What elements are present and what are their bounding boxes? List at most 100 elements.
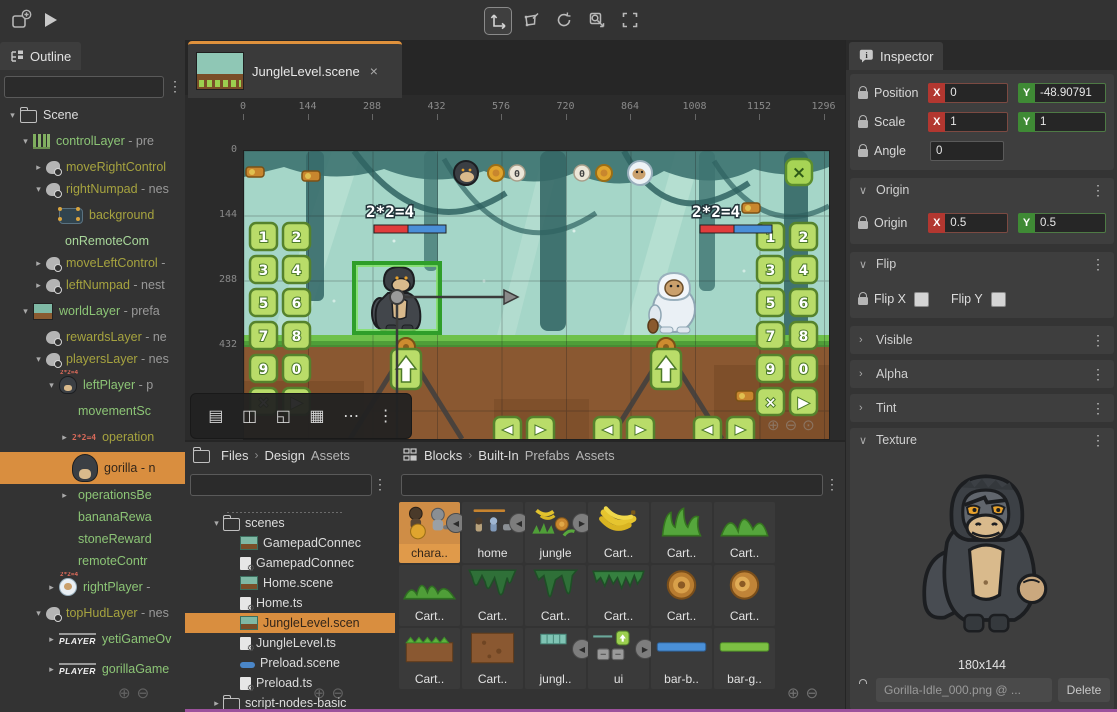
file-item[interactable]: GamepadConnec	[185, 533, 395, 553]
block-item[interactable]: ◀ chara..	[399, 502, 466, 563]
polygon-tool-button[interactable]	[518, 7, 544, 33]
section-menu-icon[interactable]: ⋮	[1091, 433, 1105, 447]
origin-x-input[interactable]	[945, 213, 1009, 233]
outline-item[interactable]: ▾ topHudLayer - nes	[0, 602, 185, 624]
outline-item[interactable]: ▸ 2*2=4 rightPlayer -	[0, 572, 185, 602]
lock-icon[interactable]	[858, 85, 868, 99]
expander-icon[interactable]: ▾	[45, 380, 58, 391]
block-item[interactable]: Cart..	[525, 565, 586, 626]
block-item[interactable]: Cart..	[651, 502, 712, 563]
expander-icon[interactable]: ▾	[32, 184, 45, 195]
expander-icon[interactable]: ▸	[45, 582, 58, 593]
outline-item[interactable]: remoteContr	[0, 550, 185, 572]
tab-built-in[interactable]: Built-In	[478, 448, 518, 463]
flip-y-checkbox[interactable]	[990, 291, 1006, 307]
outline-item[interactable]: ▸ PLAYER yetiGameOv	[0, 624, 185, 654]
blocks-search-input[interactable]	[401, 474, 823, 496]
panel-icon[interactable]: ◫	[242, 406, 257, 426]
block-item[interactable]: ◀ jungl..	[525, 628, 592, 689]
section-menu-icon[interactable]: ⋮	[1091, 367, 1105, 381]
expander-icon[interactable]: ▸	[58, 432, 71, 443]
outline-item[interactable]: gorilla - n	[0, 452, 185, 484]
tab-blocks-assets[interactable]: Assets	[576, 448, 615, 463]
outline-item[interactable]: stoneReward	[0, 528, 185, 550]
outline-item[interactable]: ▾ controlLayer - pre	[0, 126, 185, 156]
grid-icon[interactable]: ▦	[309, 406, 324, 426]
file-item[interactable]: JungleLevel.scen	[185, 613, 395, 633]
file-item[interactable]: GamepadConnec	[185, 553, 395, 573]
expander-icon[interactable]: ▾	[32, 608, 45, 619]
tab-jungle-level-scene[interactable]: JungleLevel.scene ×	[188, 41, 402, 98]
block-item[interactable]: Cart..	[462, 628, 523, 689]
outline-item[interactable]: ▸ moveLeftControl -	[0, 252, 185, 274]
origin-section-header[interactable]: ∨ Origin ⋮	[850, 178, 1114, 202]
outline-item[interactable]: rewardsLayer - ne	[0, 326, 185, 348]
expander-icon[interactable]: ▸	[32, 280, 45, 291]
position-x-input[interactable]	[945, 83, 1009, 103]
expander-icon[interactable]: ▸	[210, 698, 223, 709]
scale-tool-button[interactable]	[584, 7, 610, 33]
visible-section-header[interactable]: › Visible ⋮	[850, 326, 1114, 354]
outline-item[interactable]: ▾ worldLayer - prefa	[0, 296, 185, 326]
outline-item[interactable]: ▸ operationsBe	[0, 484, 185, 506]
flip-section-header[interactable]: ∨ Flip ⋮	[850, 252, 1114, 276]
alpha-section-header[interactable]: › Alpha ⋮	[850, 360, 1114, 388]
file-item[interactable]: Home.scene	[185, 573, 395, 593]
expander-icon[interactable]: ▸	[32, 162, 45, 173]
texture-file-button[interactable]: Gorilla-Idle_000.png @ ...	[876, 678, 1052, 702]
lock-icon[interactable]	[858, 291, 868, 305]
expander-icon[interactable]: ▾	[210, 518, 223, 529]
outline-menu-icon[interactable]: ⋮	[168, 79, 182, 93]
section-menu-icon[interactable]: ⋮	[1091, 257, 1105, 271]
position-y-input[interactable]	[1035, 83, 1106, 103]
outline-item[interactable]: ▾ playersLayer - nes	[0, 348, 185, 370]
export-project-button[interactable]	[8, 7, 34, 33]
block-item[interactable]: Cart..	[588, 502, 649, 563]
scale-x-input[interactable]	[945, 112, 1009, 132]
lock-icon[interactable]	[858, 143, 868, 157]
block-item[interactable]: Cart..	[651, 565, 712, 626]
section-menu-icon[interactable]: ⋮	[1091, 401, 1105, 415]
file-item[interactable]: JungleLevel.ts	[185, 633, 395, 653]
list-icon[interactable]: ▤	[208, 406, 223, 426]
more-icon[interactable]: ⋯	[343, 406, 359, 426]
origin-tool-button[interactable]	[617, 7, 643, 33]
block-item[interactable]: Cart..	[462, 565, 523, 626]
file-item[interactable]: Preload.scene	[185, 653, 395, 673]
expander-icon[interactable]: ▸	[45, 664, 58, 675]
texture-section-header[interactable]: ∨ Texture ⋮	[850, 428, 1114, 452]
origin-handle[interactable]	[389, 289, 405, 305]
outline-item[interactable]: ▾ rightNumpad - nes	[0, 178, 185, 200]
file-item[interactable]: ▾ scenes	[185, 513, 395, 533]
tint-section-header[interactable]: › Tint ⋮	[850, 394, 1114, 422]
outline-item[interactable]: ▸ leftNumpad - nest	[0, 274, 185, 296]
lock-icon[interactable]	[858, 215, 868, 229]
origin-y-input[interactable]	[1035, 213, 1106, 233]
outline-item[interactable]: background	[0, 200, 185, 230]
scale-y-input[interactable]	[1035, 112, 1106, 132]
expander-icon[interactable]: ▾	[6, 110, 19, 121]
tab-design[interactable]: Design	[264, 448, 304, 463]
outline-item[interactable]: ▸ PLAYER gorillaGame	[0, 654, 185, 684]
outline-item[interactable]: ▸ moveRightControl	[0, 156, 185, 178]
rotate-tool-button[interactable]	[551, 7, 577, 33]
files-zoom-controls[interactable]: ⊕⊖	[313, 684, 350, 702]
outline-item[interactable]: ▾ Scene	[0, 104, 185, 126]
expander-icon[interactable]: ▾	[19, 136, 32, 147]
outline-zoom-controls[interactable]: ⊕⊖	[118, 684, 155, 702]
outline-item[interactable]: onRemoteCom	[0, 230, 185, 252]
tab-assets[interactable]: Assets	[311, 448, 350, 463]
expander-icon[interactable]: ▸	[45, 634, 58, 645]
block-item[interactable]: ◀ home	[462, 502, 529, 563]
block-item[interactable]: ▶ ui	[588, 628, 655, 689]
block-item[interactable]: Cart..	[588, 565, 649, 626]
outline-item[interactable]: ▸ 2*2=4 operation	[0, 422, 185, 452]
angle-input[interactable]	[930, 141, 1004, 161]
section-menu-icon[interactable]: ⋮	[1091, 333, 1105, 347]
block-item[interactable]: Cart..	[399, 628, 460, 689]
translate-tool-button[interactable]	[484, 7, 512, 35]
block-item[interactable]: bar-g..	[714, 628, 775, 689]
lock-icon[interactable]	[858, 114, 868, 128]
close-tab-icon[interactable]: ×	[370, 63, 378, 79]
blocks-zoom-controls[interactable]: ⊕⊖	[787, 684, 824, 702]
